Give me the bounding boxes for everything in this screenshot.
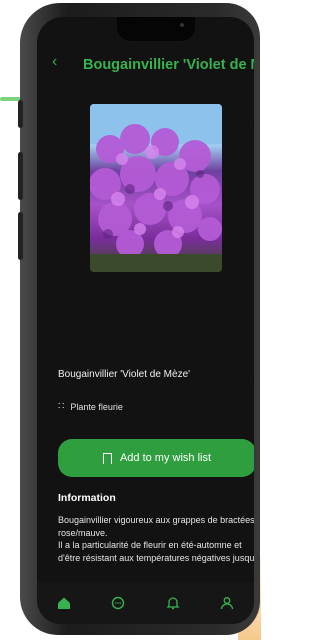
bougainvillea-image <box>90 104 222 272</box>
add-to-wishlist-button[interactable]: Add to my wish list <box>58 439 254 477</box>
app-screen: ‹ Bougainvillier 'Violet de Mèze' <box>37 17 254 624</box>
bell-icon <box>166 597 180 610</box>
front-camera <box>180 23 184 27</box>
phone-volume-up-button <box>18 152 23 200</box>
chevron-left-icon[interactable]: ‹ <box>52 53 57 71</box>
nav-notifications[interactable] <box>161 591 185 615</box>
home-icon <box>58 597 71 609</box>
phone-volume-down-button <box>18 212 23 260</box>
information-text: Bougainvillier vigoureux aux grappes de … <box>58 514 254 564</box>
bookmark-icon <box>102 452 112 464</box>
nav-chat[interactable] <box>106 591 130 615</box>
plant-photo <box>90 104 222 272</box>
bottom-navigation <box>37 582 254 624</box>
plant-category: ∷ Plante fleurie <box>58 401 123 412</box>
plant-name: Bougainvillier 'Violet de Mèze' <box>58 369 191 380</box>
information-line: Il a la particularité de fleurir en été-… <box>58 540 254 563</box>
nav-profile[interactable] <box>215 591 239 615</box>
chat-icon <box>112 596 125 610</box>
category-label: Plante fleurie <box>70 401 123 412</box>
nav-home[interactable] <box>52 591 76 615</box>
user-icon <box>220 597 234 610</box>
information-line: Bougainvillier vigoureux aux grappes de … <box>58 515 254 538</box>
phone-side-button <box>18 100 23 128</box>
grid-icon: ∷ <box>58 401 65 412</box>
information-heading: Information <box>58 492 116 504</box>
top-bar: ‹ Bougainvillier 'Violet de Mèze' <box>37 47 254 87</box>
wishlist-button-label: Add to my wish list <box>119 452 212 464</box>
page-title: Bougainvillier 'Violet de Mèze' <box>83 57 254 73</box>
phone-notch <box>117 17 195 41</box>
